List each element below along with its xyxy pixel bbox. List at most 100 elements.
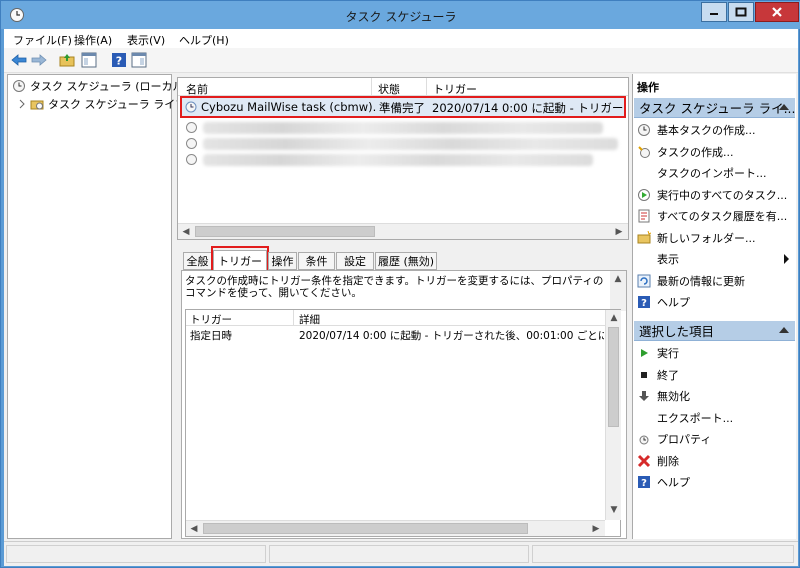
action-item[interactable]: エクスポート... xyxy=(637,409,795,427)
scroll-right-icon[interactable]: ▶ xyxy=(611,224,627,240)
action-item[interactable]: タスクの作成... xyxy=(637,143,795,161)
svg-text:?: ? xyxy=(641,298,647,309)
history-icon xyxy=(637,209,651,223)
scroll-left-icon[interactable]: ◀ xyxy=(178,224,194,240)
action-item[interactable]: 最新の情報に更新 xyxy=(637,272,795,290)
blurred-task-row[interactable] xyxy=(203,154,593,166)
action-item[interactable]: タスクのインポート... xyxy=(637,164,795,182)
action-label: 最新の情報に更新 xyxy=(657,274,745,288)
action-item[interactable]: 新しいフォルダー... xyxy=(637,229,795,247)
collapse-arrow-icon[interactable] xyxy=(779,327,789,333)
show-hide-action-pane-icon xyxy=(131,52,147,68)
expand-arrow-icon[interactable] xyxy=(18,99,26,109)
column-trigger[interactable]: トリガー xyxy=(433,81,477,97)
help-icon: ? xyxy=(637,295,651,309)
task-details: 全般 トリガー 操作 条件 設定 履歴 (無効) タスクの作成時にトリガー条件を… xyxy=(177,246,629,539)
column-detail[interactable]: 詳細 xyxy=(299,312,320,327)
action-label: 実行中のすべてのタスク... xyxy=(657,188,788,202)
triggers-panel: タスクの作成時にトリガー条件を指定できます。トリガーを変更するには、プロパティの… xyxy=(181,270,627,539)
action-item[interactable]: ? ヘルプ xyxy=(637,473,795,491)
blurred-task-row[interactable] xyxy=(203,138,618,150)
action-item[interactable]: ? ヘルプ xyxy=(637,293,795,311)
table-row[interactable]: 指定日時 2020/07/14 0:00 に起動 - トリガーされた後、00:0… xyxy=(186,327,604,343)
help-button[interactable]: ? xyxy=(110,51,128,69)
show-hide-action-pane-button[interactable] xyxy=(130,51,148,69)
action-item[interactable]: 実行 xyxy=(637,344,795,362)
status-segment xyxy=(269,545,529,563)
action-item[interactable]: 無効化 xyxy=(637,387,795,405)
action-item[interactable]: 表示 xyxy=(637,250,795,268)
action-label: 削除 xyxy=(657,454,679,468)
triggers-description: タスクの作成時にトリガー条件を指定できます。トリガーを変更するには、プロパティの… xyxy=(185,275,604,299)
collapse-arrow-icon[interactable] xyxy=(779,104,789,110)
tab-conditions[interactable]: 条件 xyxy=(298,252,335,270)
section-selected-item[interactable]: 選択した項目 xyxy=(634,321,795,341)
close-button[interactable] xyxy=(755,2,799,22)
run-icon xyxy=(637,346,651,360)
refresh-icon xyxy=(637,274,651,288)
scroll-left-icon[interactable]: ◀ xyxy=(186,521,202,537)
table-row[interactable]: Cybozu MailWise task (cbmw)... 準備完了 2020… xyxy=(180,96,626,118)
task-name: Cybozu MailWise task (cbmw)... xyxy=(201,100,376,114)
svg-text:?: ? xyxy=(116,55,122,68)
action-label: 実行 xyxy=(657,347,679,360)
status-segment xyxy=(532,545,794,563)
action-item[interactable]: 終了 xyxy=(637,366,795,384)
scroll-down-icon[interactable]: ▼ xyxy=(606,502,622,518)
description-vscroll[interactable]: ▲ xyxy=(610,271,626,311)
maximize-button[interactable] xyxy=(728,2,754,22)
column-status[interactable]: 状態 xyxy=(378,81,400,97)
menu-file[interactable]: ファイル(F) xyxy=(13,32,72,48)
scroll-right-icon[interactable]: ▶ xyxy=(588,521,604,537)
scroll-thumb[interactable] xyxy=(608,327,619,427)
tree-root[interactable]: タスク スケジューラ (ローカル) xyxy=(12,78,188,94)
menu-view[interactable]: 表示(V) xyxy=(127,32,165,48)
tab-history[interactable]: 履歴 (無効) xyxy=(375,252,437,270)
new-folder-icon xyxy=(637,230,651,245)
menu-action[interactable]: 操作(A) xyxy=(74,32,112,48)
triggers-vscroll[interactable]: ▲ ▼ xyxy=(605,310,621,520)
triggers-hscroll[interactable]: ◀ ▶ xyxy=(186,520,605,536)
up-folder-button[interactable] xyxy=(58,51,76,69)
tab-general[interactable]: 全般 xyxy=(183,252,212,270)
trigger-type: 指定日時 xyxy=(190,330,232,342)
svg-text:?: ? xyxy=(641,478,647,489)
scroll-up-icon[interactable]: ▲ xyxy=(606,310,622,326)
properties-icon xyxy=(637,432,651,446)
action-item[interactable]: 削除 xyxy=(637,452,795,470)
column-trigger-type[interactable]: トリガー xyxy=(190,312,232,327)
action-label: 基本タスクの作成... xyxy=(657,124,756,137)
show-hide-tree-icon xyxy=(81,52,97,68)
help-icon: ? xyxy=(112,53,126,68)
minimize-button[interactable] xyxy=(701,2,727,22)
scroll-thumb[interactable] xyxy=(203,523,528,534)
action-pane: 操作 タスク スケジューラ ライ... 基本タスクの作成... タスクの作成...… xyxy=(632,74,796,539)
section-task-scheduler-library[interactable]: タスク スケジューラ ライ... xyxy=(634,98,795,118)
task-clock-icon xyxy=(186,138,197,149)
tab-actions[interactable]: 操作 xyxy=(268,252,297,270)
column-name[interactable]: 名前 xyxy=(186,81,208,97)
window-title: タスク スケジューラ xyxy=(345,10,457,24)
blurred-task-row[interactable] xyxy=(203,122,603,134)
task-list-hscroll[interactable]: ◀ ▶ xyxy=(178,223,628,239)
action-label: 終了 xyxy=(657,368,679,382)
disable-icon xyxy=(637,389,651,403)
scroll-up-icon[interactable]: ▲ xyxy=(610,271,626,287)
action-item[interactable]: プロパティ xyxy=(637,430,795,448)
client-area: ファイル(F) 操作(A) 表示(V) ヘルプ(H) ? タスク スケジューラ … xyxy=(4,29,798,566)
minimize-icon xyxy=(710,13,718,15)
action-item[interactable]: すべてのタスク履歴を有... xyxy=(637,207,795,225)
back-button[interactable] xyxy=(10,51,28,69)
tab-settings[interactable]: 設定 xyxy=(336,252,374,270)
forward-button[interactable] xyxy=(30,51,48,69)
show-hide-tree-button[interactable] xyxy=(80,51,98,69)
action-item[interactable]: 実行中のすべてのタスク... xyxy=(637,186,795,204)
console-tree: タスク スケジューラ (ローカル) タスク スケジューラ ライブラリ xyxy=(7,74,208,539)
menu-help[interactable]: ヘルプ(H) xyxy=(179,32,229,48)
action-item[interactable]: 基本タスクの作成... xyxy=(637,121,795,139)
maximize-icon xyxy=(735,7,747,17)
scroll-thumb[interactable] xyxy=(195,226,375,237)
up-folder-icon xyxy=(59,54,75,67)
action-label: タスクの作成... xyxy=(657,145,734,159)
title-bar[interactable]: タスク スケジューラ xyxy=(1,1,800,29)
